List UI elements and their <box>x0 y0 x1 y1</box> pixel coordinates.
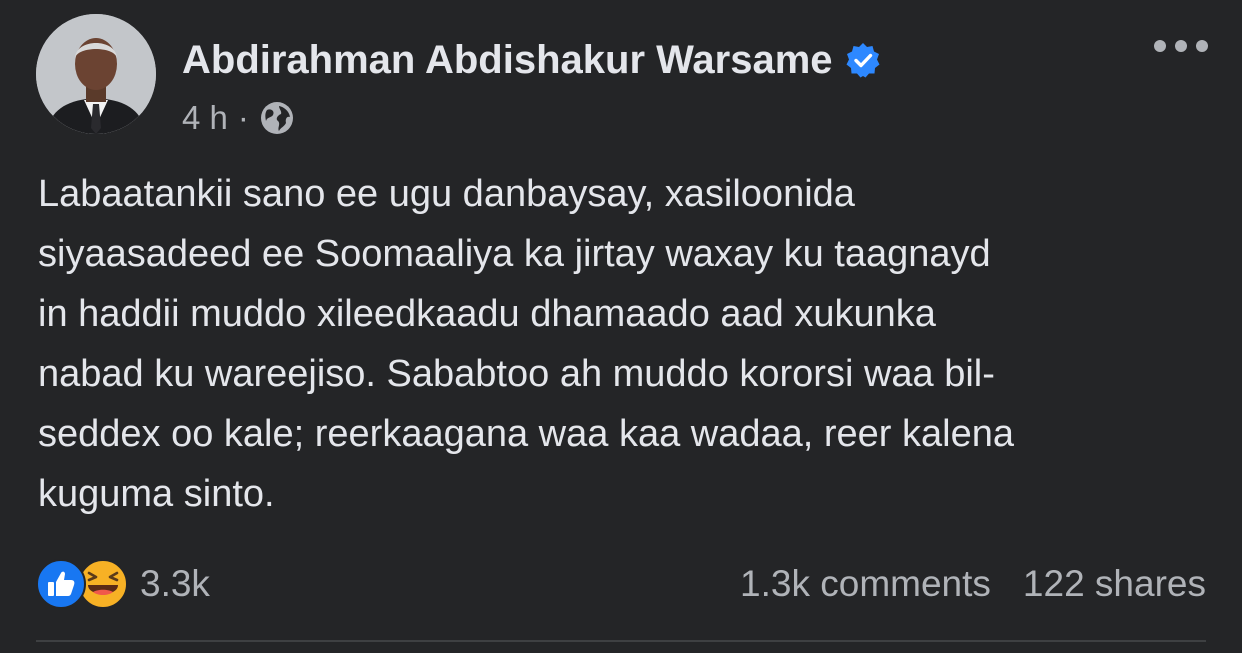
reactions-summary[interactable]: 3.3k <box>36 559 210 609</box>
post-text-line: seddex oo kale; reerkaagana waa kaa wada… <box>38 413 1014 455</box>
more-dot <box>1196 40 1208 52</box>
post-text-line: kuguma sinto. <box>38 473 275 515</box>
verified-badge-icon <box>845 42 881 78</box>
post-meta: 4 h · <box>182 96 295 140</box>
post-text: Labaatankii sano ee ugu danbaysay, xasil… <box>38 164 1213 524</box>
post-text-line: in haddii muddo xileedkaadu dhamaado aad… <box>38 293 936 335</box>
author-name[interactable]: Abdirahman Abdishakur Warsame <box>182 38 833 83</box>
comments-count-link[interactable]: 1.3k comments <box>740 563 991 605</box>
post-text-line: nabad ku wareejiso. Sababtoo ah muddo ko… <box>38 353 995 395</box>
facebook-post: Abdirahman Abdishakur Warsame 4 h · Laba… <box>0 0 1242 653</box>
shares-count-link[interactable]: 122 shares <box>1023 563 1206 605</box>
post-text-line: siyaasadeed ee Soomaaliya ka jirtay waxa… <box>38 233 991 275</box>
reaction-count: 3.3k <box>140 563 210 604</box>
post-timestamp[interactable]: 4 h <box>182 99 228 137</box>
divider <box>36 640 1206 642</box>
more-dot <box>1175 40 1187 52</box>
meta-separator: · <box>237 99 249 136</box>
like-reaction-icon <box>36 559 86 609</box>
globe-icon[interactable] <box>259 100 295 136</box>
author-avatar[interactable] <box>36 14 156 134</box>
author-header: Abdirahman Abdishakur Warsame <box>182 34 881 86</box>
post-text-line: Labaatankii sano ee ugu danbaysay, xasil… <box>38 173 855 215</box>
more-dot <box>1154 40 1166 52</box>
engagement-stats: 1.3k comments 122 shares <box>740 563 1206 605</box>
engagement-bar: 3.3k 1.3k comments 122 shares <box>36 556 1206 612</box>
more-options-icon[interactable] <box>1154 34 1208 58</box>
